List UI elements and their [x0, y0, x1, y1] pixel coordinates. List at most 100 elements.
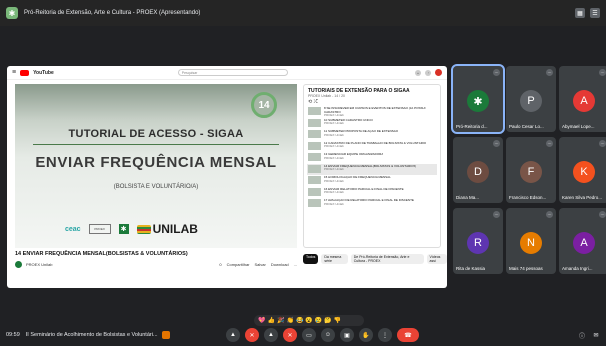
- create-icon[interactable]: +: [415, 69, 421, 76]
- proex-logo-icon: ✱: [6, 7, 18, 19]
- audio-indicator-icon: ⋯: [599, 69, 606, 76]
- reaction-emoji[interactable]: 👏: [286, 317, 293, 324]
- playlist-controls[interactable]: ⟲ ⤮: [304, 98, 440, 106]
- search-input[interactable]: Pesquisar: [177, 69, 288, 76]
- playlist-item[interactable]: 8 SE INSCREVER EM CURSOS E EVENTOS DE EX…: [307, 106, 437, 117]
- participant-avatar: F: [520, 161, 542, 183]
- reaction-emoji[interactable]: 💖: [258, 317, 265, 324]
- participant-tile[interactable]: A ⋯ Abymael Lope...: [559, 66, 606, 132]
- playlist-item-text: 10 SUBMETER CADASTRO ÚNICO PROEX Unilab: [324, 119, 373, 126]
- audio-indicator-icon: ⋯: [546, 211, 553, 218]
- reaction-emoji[interactable]: 👍: [267, 317, 274, 324]
- save-button[interactable]: Salvar: [255, 262, 266, 267]
- bottom-bar: 09:59 II Seminário de Acolhimento de Bol…: [0, 324, 606, 346]
- audio-indicator-icon: ⋯: [599, 140, 606, 147]
- mic-off-icon[interactable]: ✕: [245, 328, 259, 342]
- reaction-emoji[interactable]: 🎉: [277, 317, 284, 324]
- filter-chips: Todos Da mesma série De Pró-Reitoria de Ex…: [303, 254, 447, 264]
- participant-name: Diana Ma...: [456, 195, 480, 200]
- playlist-thumbnail: [308, 141, 321, 150]
- participant-tile[interactable]: P ⋯ Paulo Cesar Lo...: [506, 66, 556, 132]
- proex-logo: PROEX: [88, 224, 111, 234]
- like-button[interactable]: 0: [219, 262, 221, 267]
- audio-indicator-icon: ⋯: [546, 140, 553, 147]
- chat-icon[interactable]: ✉: [592, 331, 600, 339]
- channel-avatar[interactable]: [15, 261, 22, 268]
- participant-name: Pró-Reitoria d...: [456, 124, 488, 129]
- slide-title: TUTORIAL DE ACESSO - SIGAA: [68, 128, 244, 140]
- download-button[interactable]: Download: [271, 262, 289, 267]
- top-bar: ✱ Pró-Reitoria de Extensão, Arte e Cultu…: [0, 0, 606, 26]
- share-button[interactable]: Compartilhar: [227, 262, 250, 267]
- participant-tile[interactable]: F ⋯ Francisco Edson...: [506, 137, 556, 203]
- playlist-item-channel: PROEX Unilab: [324, 190, 344, 195]
- playlist-item[interactable]: 16 ENVIAR RELATÓRIO PARCIAL E FINAL DE D…: [307, 187, 437, 198]
- reaction-emoji[interactable]: 😂: [296, 317, 303, 324]
- unilab-logo-text: UNILAB: [152, 222, 198, 236]
- hand-icon[interactable]: ✋: [359, 328, 373, 342]
- reaction-emoji[interactable]: 👎: [334, 317, 341, 324]
- info-icon[interactable]: ⓘ: [578, 331, 586, 340]
- menu-icon[interactable]: ≡: [12, 69, 16, 76]
- playlist-item-text: 17 AVALIAÇÃO DE RELATÓRIO PARCIAL E FINA…: [324, 199, 414, 206]
- unilab-logo: UNILAB: [136, 222, 198, 236]
- youtube-logo-icon[interactable]: [20, 69, 30, 76]
- avatar[interactable]: [435, 69, 442, 76]
- more-options-icon[interactable]: ⋮: [378, 328, 392, 342]
- channel-name[interactable]: PROEX Unilab: [26, 262, 52, 267]
- grid-icon[interactable]: ▦: [575, 8, 585, 18]
- playlist-item-channel: PROEX Unilab: [324, 144, 344, 149]
- clock: 09:59: [6, 332, 20, 338]
- playlist-item-channel: PROEX Unilab: [324, 178, 344, 183]
- filter-chip[interactable]: De Pró-Reitoria de Extensão, Arte e Cult…: [350, 254, 424, 264]
- filter-chip[interactable]: Todos: [303, 254, 319, 264]
- slide-heading: ENVIAR FREQUÊNCIA MENSAL: [35, 154, 277, 171]
- window-title: Pró-Reitoria de Extensão, Arte e Cultura…: [24, 10, 201, 16]
- participant-tile[interactable]: K ⋯ Karen Silva Pedro...: [559, 137, 606, 203]
- participant-tile[interactable]: D ⋯ Diana Ma...: [453, 137, 503, 203]
- filter-chip[interactable]: Vídeos assi: [426, 254, 447, 264]
- playlist-item[interactable]: 11 SUBMETER PROPOSTA DE AÇÃO DE EXTENSÃO…: [307, 129, 437, 140]
- people-icon[interactable]: ☰: [590, 8, 600, 18]
- participant-tile[interactable]: N ⋯ Mais 74 pessoas: [506, 208, 556, 274]
- video-player[interactable]: 14 TUTORIAL DE ACESSO - SIGAA ENVIAR FRE…: [15, 84, 297, 248]
- audio-indicator-icon: ⋯: [599, 211, 606, 218]
- more-button[interactable]: ...: [294, 262, 297, 267]
- playlist-thumbnail: [308, 107, 321, 115]
- filter-chip[interactable]: Da mesma série: [321, 254, 348, 264]
- playlist-item[interactable]: 17 AVALIAÇÃO DE RELATÓRIO PARCIAL E FINA…: [307, 198, 437, 209]
- playlist-item[interactable]: 15 HOMOLOGAÇÃO DE FREQUÊNCIA MENSAL PROEX…: [307, 175, 437, 186]
- playlist-item[interactable]: 12 CADASTRO DE PLANO DE TRABALHO DE BOLS…: [307, 141, 437, 152]
- slide-logos: ceac PROEX ✱ UNILAB: [65, 222, 198, 236]
- playlist-item[interactable]: 13 GERENCIAR EQUIPE ORGANIZADORA PROEX Un…: [307, 152, 437, 163]
- star-logo-icon: ✱: [118, 224, 129, 234]
- playlist-item[interactable]: 10 SUBMETER CADASTRO ÚNICO PROEX Unilab: [307, 118, 437, 129]
- playlist-thumbnail: [308, 199, 321, 207]
- reaction-emoji[interactable]: 😢: [315, 317, 322, 324]
- playlist-item-text: 14 ENVIAR FREQUÊNCIA MENSAL(BOLSISTAS & …: [324, 165, 416, 172]
- emoji-icon[interactable]: ☺: [321, 328, 335, 342]
- playlist-item-text: 12 CADASTRO DE PLANO DE TRABALHO DE BOLS…: [324, 142, 426, 149]
- participant-avatar: ✱: [467, 90, 489, 112]
- playlist-item-text: 11 SUBMETER PROPOSTA DE AÇÃO DE EXTENSÃO…: [324, 130, 398, 137]
- camera-options-icon[interactable]: ▲: [264, 328, 278, 342]
- audio-indicator-icon: ⋯: [546, 69, 553, 76]
- participant-avatar: K: [573, 161, 595, 183]
- end-call-icon[interactable]: ☎: [397, 328, 419, 342]
- video-meta: PROEX Unilab 0 Compartilhar Salvar Downl…: [15, 261, 297, 268]
- participant-tile[interactable]: ✱ ⋯ Pró-Reitoria d...: [451, 64, 505, 134]
- reaction-emoji[interactable]: 😮: [305, 317, 312, 324]
- camera-off-icon[interactable]: ✕: [283, 328, 297, 342]
- cc-icon[interactable]: ▭: [302, 328, 316, 342]
- participant-tile[interactable]: A ⋯ Amanda Ingri...: [559, 208, 606, 274]
- meeting-title: II Seminário de Acolhimento de Bolsistas…: [25, 332, 158, 338]
- playlist-item-channel: PROEX Unilab: [324, 121, 344, 126]
- participant-tile[interactable]: R ⋯ Rita de Kassia: [453, 208, 503, 274]
- reaction-emoji[interactable]: 🤔: [324, 317, 331, 324]
- playlist-item[interactable]: 14 ENVIAR FREQUÊNCIA MENSAL(BOLSISTAS & …: [307, 163, 437, 175]
- notifications-icon[interactable]: ◔: [425, 69, 431, 76]
- present-icon[interactable]: ▣: [340, 328, 354, 342]
- captions-icon[interactable]: ▲: [226, 328, 240, 342]
- participant-avatar: N: [520, 232, 542, 254]
- meeting-info-icon[interactable]: [161, 331, 170, 339]
